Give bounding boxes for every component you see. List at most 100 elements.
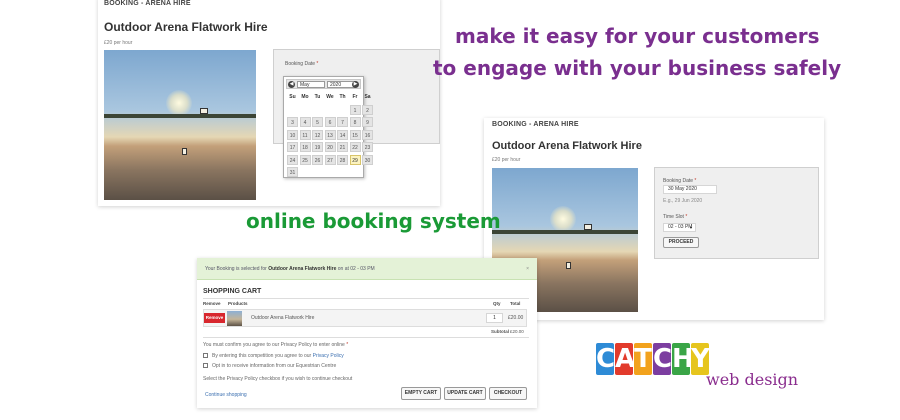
price-text: £20 per hour <box>104 40 133 46</box>
col-total: Total <box>510 301 521 306</box>
subtotal-value: £20.00 <box>510 329 524 334</box>
close-icon[interactable]: × <box>526 258 529 280</box>
page-title: Outdoor Arena Flatwork Hire <box>104 20 268 34</box>
calendar-blank-cell <box>337 105 348 115</box>
calendar-day[interactable]: 17 <box>287 142 298 152</box>
subtotal-label: Subtotal <box>491 329 509 334</box>
calendar-day[interactable]: 4 <box>299 117 311 127</box>
calendar-day[interactable]: 25 <box>299 154 311 165</box>
calendar-day[interactable]: 30 <box>362 154 373 165</box>
product-thumbnail <box>227 311 242 326</box>
weekday-header: Su <box>289 94 296 100</box>
time-slot-select[interactable]: 02 - 03 PM ▼ <box>663 223 696 232</box>
opt-in-label: Opt in to receive information from our E… <box>212 363 337 369</box>
continue-shopping-link[interactable]: Continue shopping <box>205 392 247 398</box>
booking-screenshot-1: BOOKING - ARENA HIRE Outdoor Arena Flatw… <box>98 0 440 206</box>
calendar-day[interactable]: 1 <box>349 104 361 115</box>
calendar-day[interactable]: 18 <box>299 142 311 152</box>
calendar-day[interactable]: 5 <box>312 117 323 127</box>
chevron-down-icon: ▼ <box>689 225 693 230</box>
booking-notice: Your Booking is selected for Outdoor Are… <box>197 258 537 280</box>
booking-form-panel: Booking Date * 30 May 2020 E.g., 29 Jun … <box>654 167 819 259</box>
breadcrumb: BOOKING - ARENA HIRE <box>104 0 191 7</box>
calendar-day[interactable]: 31 <box>287 167 298 177</box>
prev-arrow-icon[interactable]: ◀ <box>288 81 295 88</box>
logo-letter: C <box>596 343 616 375</box>
calendar-day[interactable]: 7 <box>337 117 348 127</box>
weekday-header: Th <box>339 94 346 100</box>
opt-in-checkbox[interactable] <box>203 363 208 368</box>
remove-button[interactable]: Remove <box>204 313 225 323</box>
checkout-instruction: Select the Privacy Policy checkbox if yo… <box>203 376 353 382</box>
checkout-button[interactable]: CHECKOUT <box>489 387 527 400</box>
logo-subtitle: web design <box>706 370 799 389</box>
calendar-day[interactable]: 27 <box>324 154 336 165</box>
date-hint: E.g., 29 Jun 2020 <box>663 198 703 204</box>
privacy-confirm-text: You must confirm you agree to our Privac… <box>203 342 349 348</box>
weekday-header: We <box>326 94 334 100</box>
calendar-day[interactable]: 10 <box>287 129 298 140</box>
cart-title: SHOPPING CART <box>203 288 262 295</box>
calendar-day[interactable]: 2 <box>362 104 373 115</box>
calendar-header: ◀ May 2020 ▶ <box>286 79 361 89</box>
col-products: Products <box>228 301 248 306</box>
calendar-day[interactable]: 12 <box>312 129 323 140</box>
calendar-day[interactable]: 22 <box>349 142 361 152</box>
calendar-day[interactable]: 20 <box>324 142 336 152</box>
weekday-header: Mo <box>301 94 309 100</box>
calendar-day[interactable]: 6 <box>324 117 336 127</box>
year-select[interactable]: 2020 <box>327 81 355 88</box>
calendar-day[interactable]: 8 <box>349 117 361 127</box>
calendar-day[interactable]: 11 <box>299 129 311 140</box>
calendar-blank-cell <box>300 105 311 115</box>
col-remove: Remove <box>203 301 221 306</box>
calendar-day[interactable]: 24 <box>287 154 298 165</box>
proceed-button[interactable]: PROCEED <box>663 237 699 248</box>
calendar-blank-cell <box>312 105 323 115</box>
calendar-day[interactable]: 16 <box>362 129 373 140</box>
page-title: Outdoor Arena Flatwork Hire <box>492 140 642 152</box>
privacy-checkbox-label: By entering this competition you agree t… <box>212 353 344 359</box>
calendar-grid: Su Mo Tu We Th Fr Sa 1 2 3 4 5 6 7 8 9 10 11 12 13 14 15 16 17 1… <box>287 92 373 180</box>
calendar-day[interactable]: 29 <box>349 154 361 165</box>
logo-letter: T <box>634 343 652 375</box>
logo-letter: C <box>653 343 673 375</box>
calendar-day[interactable]: 15 <box>349 129 361 140</box>
catchy-logo: CATCHY <box>596 343 710 375</box>
next-arrow-icon[interactable]: ▶ <box>352 81 359 88</box>
headline-line-1: make it easy for your customers <box>455 24 820 48</box>
logo-letter: H <box>672 343 694 375</box>
privacy-policy-link[interactable]: Privacy Policy <box>313 353 344 359</box>
weekday-header: Tu <box>314 94 321 100</box>
breadcrumb: BOOKING - ARENA HIRE <box>492 121 579 128</box>
logo-letter: A <box>615 343 636 375</box>
calendar-day[interactable]: 3 <box>287 117 298 127</box>
price-text: £20 per hour <box>492 157 521 163</box>
tagline: online booking system <box>246 209 501 233</box>
calendar-day[interactable]: 14 <box>337 129 348 140</box>
booking-date-input[interactable]: 30 May 2020 <box>663 185 717 194</box>
month-select[interactable]: May <box>297 81 325 88</box>
calendar-day[interactable]: 23 <box>362 142 373 152</box>
calendar-day[interactable]: 13 <box>324 129 336 140</box>
calendar-day[interactable]: 26 <box>312 154 323 165</box>
item-total: £20.00 <box>508 315 524 321</box>
booking-date-label: Booking Date * <box>285 61 319 67</box>
quantity-input[interactable]: 1 <box>486 313 503 323</box>
booking-date-label: Booking Date * <box>663 178 697 184</box>
calendar-day[interactable]: 28 <box>337 154 348 165</box>
calendar-blank-cell <box>287 105 298 115</box>
time-slot-label: Time Slot * <box>663 214 688 220</box>
weekday-header: Sa <box>364 94 371 100</box>
calendar-blank-cell <box>325 105 336 115</box>
privacy-checkbox[interactable] <box>203 353 208 358</box>
calendar-day[interactable]: 9 <box>362 117 373 127</box>
calendar-day[interactable]: 21 <box>337 142 348 152</box>
calendar-day[interactable]: 19 <box>312 142 323 152</box>
cart-item-row: Remove Outdoor Arena Flatwork Hire 1 £20… <box>203 309 527 327</box>
weekday-header: Fr <box>352 94 358 100</box>
arena-photo <box>104 50 256 200</box>
empty-cart-button[interactable]: EMPTY CART <box>401 387 441 400</box>
date-picker-calendar[interactable]: ◀ May 2020 ▶ Su Mo Tu We Th Fr Sa 1 2 3 4 5 6 7 8 9 10 11… <box>283 76 373 178</box>
update-cart-button[interactable]: UPDATE CART <box>444 387 486 400</box>
